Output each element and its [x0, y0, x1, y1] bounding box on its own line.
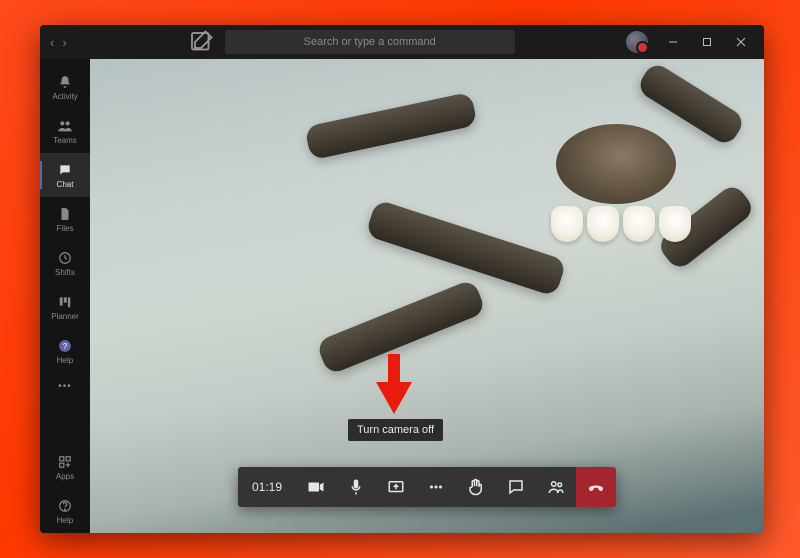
call-controls: 01:19 — [238, 467, 616, 507]
rail-item-label: Shifts — [55, 268, 75, 277]
rail-help-bottom[interactable]: Help — [40, 489, 90, 533]
files-icon — [59, 207, 71, 221]
share-screen-icon — [387, 478, 405, 496]
close-button[interactable] — [724, 28, 758, 56]
minimize-button[interactable] — [656, 28, 690, 56]
rail-more[interactable]: ••• — [58, 373, 72, 400]
back-button[interactable]: ‹ — [50, 35, 54, 50]
forward-button[interactable]: › — [62, 35, 66, 50]
maximize-button[interactable] — [690, 28, 724, 56]
people-icon — [547, 478, 565, 496]
rail-planner[interactable]: Planner — [40, 285, 90, 329]
close-icon — [736, 37, 746, 47]
ceiling-fan-illustration — [406, 69, 736, 369]
apps-icon — [58, 455, 72, 469]
maximize-icon — [702, 37, 712, 47]
help-circle-icon — [58, 499, 72, 513]
avatar[interactable] — [626, 31, 648, 53]
annotation-arrow — [376, 354, 412, 414]
more-icon — [427, 478, 445, 496]
chat-icon — [507, 478, 525, 496]
nav-arrows: ‹ › — [50, 35, 79, 50]
rail-shifts[interactable]: Shifts — [40, 241, 90, 285]
camera-button[interactable] — [296, 467, 336, 507]
rail-item-label: Help — [57, 516, 73, 525]
app-rail: Activity Teams Chat Files Shifts Planner — [40, 59, 90, 533]
mic-icon — [347, 478, 365, 496]
minimize-icon — [668, 37, 678, 47]
camera-tooltip: Turn camera off — [348, 419, 443, 441]
rail-item-label: Teams — [53, 136, 77, 145]
bell-icon — [58, 75, 72, 89]
mic-button[interactable] — [336, 467, 376, 507]
shifts-icon — [58, 251, 72, 265]
search-input[interactable]: Search or type a command — [225, 30, 515, 54]
show-chat-button[interactable] — [496, 467, 536, 507]
rail-item-label: Files — [57, 224, 74, 233]
rail-chat[interactable]: Chat — [40, 153, 90, 197]
rail-item-label: Apps — [56, 472, 74, 481]
raise-hand-button[interactable] — [456, 467, 496, 507]
teams-window: ‹ › Search or type a command — [40, 25, 764, 533]
svg-text:?: ? — [63, 341, 68, 350]
rail-item-label: Activity — [52, 92, 77, 101]
rail-activity[interactable]: Activity — [40, 65, 90, 109]
rail-item-label: Help — [57, 356, 73, 365]
rail-item-label: Chat — [57, 180, 74, 189]
call-timer-text: 01:19 — [252, 480, 282, 494]
titlebar: ‹ › Search or type a command — [40, 25, 764, 59]
hangup-button[interactable] — [576, 467, 616, 507]
rail-item-label: Planner — [51, 312, 79, 321]
rail-help-top[interactable]: ? Help — [40, 329, 90, 373]
hangup-icon — [587, 478, 605, 496]
video-area: Turn camera off 01:19 — [90, 59, 764, 533]
participants-button[interactable] — [536, 467, 576, 507]
chat-icon — [58, 163, 72, 177]
compose-icon — [189, 30, 213, 54]
people-icon — [57, 119, 73, 133]
call-timer: 01:19 — [238, 467, 296, 507]
raise-hand-icon — [467, 478, 485, 496]
search-placeholder: Search or type a command — [304, 36, 436, 48]
help-circle-icon: ? — [58, 339, 72, 353]
rail-apps[interactable]: Apps — [40, 445, 90, 489]
tooltip-text: Turn camera off — [357, 424, 434, 436]
share-button[interactable] — [376, 467, 416, 507]
rail-teams[interactable]: Teams — [40, 109, 90, 153]
window-controls — [656, 28, 758, 56]
more-button[interactable] — [416, 467, 456, 507]
new-chat-button[interactable] — [189, 30, 213, 54]
planner-icon — [58, 295, 72, 309]
camera-icon — [307, 478, 325, 496]
rail-files[interactable]: Files — [40, 197, 90, 241]
